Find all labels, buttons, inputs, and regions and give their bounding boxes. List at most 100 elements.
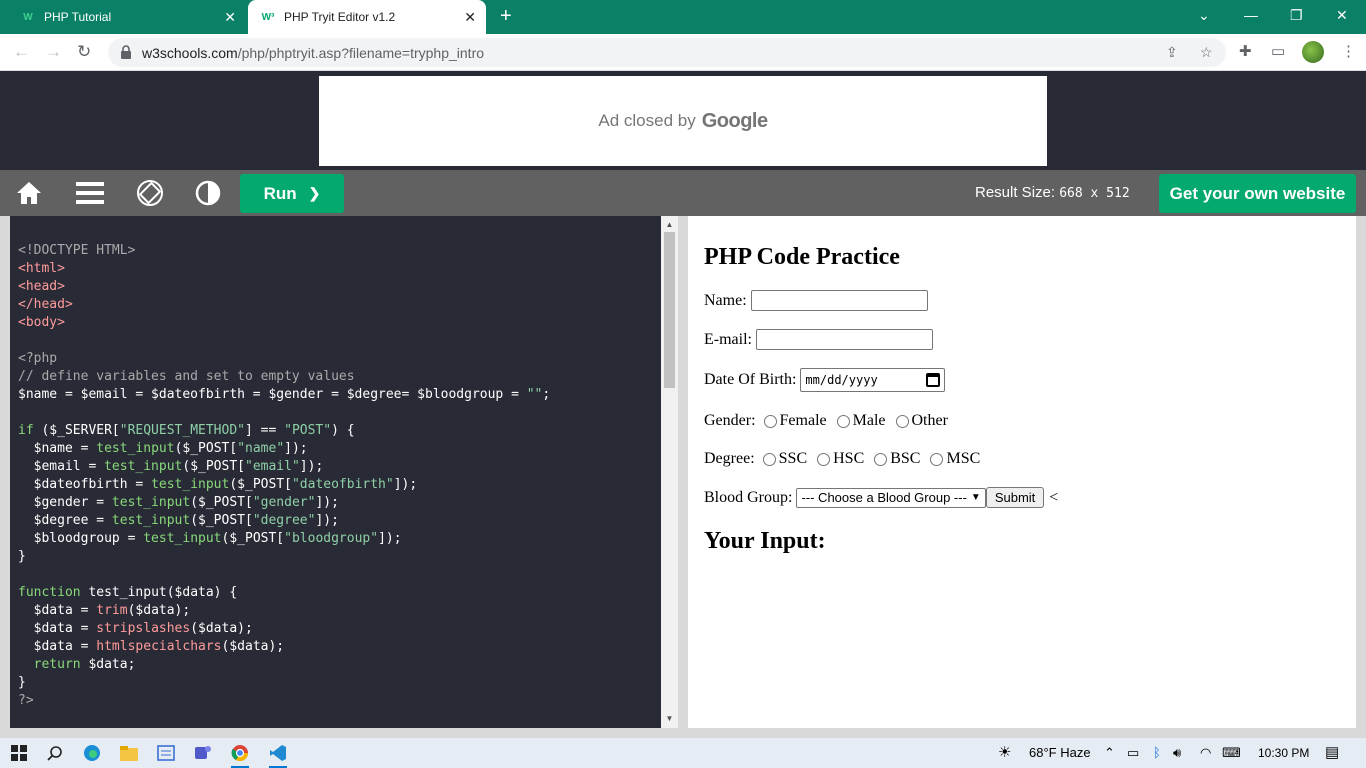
lock-icon <box>121 45 131 59</box>
dob-placeholder: mm/dd/yyyy <box>805 373 878 387</box>
code-token: test_input <box>111 495 191 510</box>
radio-label-male: Male <box>852 412 886 429</box>
wifi-icon[interactable]: ◠ <box>1200 745 1211 761</box>
code-token: "degree" <box>252 513 316 528</box>
notification-icon[interactable]: ▤ <box>1325 743 1339 761</box>
minimize-icon[interactable]: — <box>1244 6 1258 24</box>
run-button[interactable]: Run ❯ <box>240 174 344 213</box>
code-token: $dateofbirth = <box>18 477 152 492</box>
tab-close-icon[interactable]: ✕ <box>224 9 236 25</box>
code-token: <html> <box>18 261 65 276</box>
name-field[interactable] <box>750 290 928 311</box>
scroll-thumb[interactable] <box>664 232 675 388</box>
code-token: "email" <box>245 459 300 474</box>
code-token: <?php <box>18 351 58 366</box>
url-host: w3schools.com <box>142 45 238 61</box>
address-bar[interactable]: w3schools.com/php/phptryit.asp?filename=… <box>108 38 1226 67</box>
code-editor[interactable]: <!DOCTYPE HTML> <html> <head> </head> <body>… <box>10 216 661 728</box>
scroll-down-arrow-icon[interactable]: ▼ <box>661 712 678 726</box>
profile-avatar[interactable] <box>1302 41 1324 63</box>
code-line: return $data; <box>18 656 661 674</box>
run-button-label: Run <box>263 183 297 203</box>
code-line: $degree = test_input($_POST["degree"]); <box>18 512 661 530</box>
bluetooth-icon[interactable]: ᛒ <box>1153 745 1161 760</box>
chrome-icon[interactable] <box>229 743 251 768</box>
code-token: test_input <box>111 513 191 528</box>
menu-hamburger-icon[interactable] <box>74 179 106 207</box>
restore-icon[interactable]: ❐ <box>1290 6 1303 24</box>
radio-female[interactable] <box>763 414 777 428</box>
tab-php-tutorial[interactable]: W PHP Tutorial ✕ <box>0 0 246 34</box>
windows-start-icon[interactable] <box>8 743 30 763</box>
keyboard-icon[interactable]: ⌨ <box>1222 745 1241 761</box>
weather-haze-icon[interactable]: ☀ <box>998 743 1011 761</box>
code-token: <!DOCTYPE HTML> <box>18 243 136 258</box>
cast-icon[interactable]: ▭ <box>1271 43 1285 61</box>
new-tab-icon[interactable]: + <box>500 5 512 27</box>
code-line: } <box>18 674 661 692</box>
forward-arrow-icon[interactable]: → <box>45 42 62 62</box>
tab-search-chevron-icon[interactable]: ⌄ <box>1198 6 1210 24</box>
code-token: function <box>18 585 81 600</box>
name-label: Name: <box>704 291 747 309</box>
radio-male[interactable] <box>836 414 850 428</box>
vscode-icon[interactable] <box>267 743 289 768</box>
result-size-value: 668 x 512 <box>1059 186 1130 201</box>
your-input-heading: Your Input: <box>704 528 826 554</box>
browser-toolbar: ← → ↻ w3schools.com/php/phptryit.asp?fil… <box>0 34 1366 71</box>
window-close-icon[interactable]: ✕ <box>1336 6 1348 24</box>
home-icon[interactable] <box>13 179 45 207</box>
code-token: $data = <box>18 639 97 654</box>
blood-group-select[interactable]: --- Choose a Blood Group --- ▼ <box>796 487 986 508</box>
submit-button[interactable]: Submit <box>985 487 1045 508</box>
code-token: ($_POST[ <box>229 477 292 492</box>
code-line: function test_input($data) { <box>18 584 661 602</box>
blood-group-row: Blood Group: --- Choose a Blood Group --… <box>704 487 1058 508</box>
submit-label: Submit <box>994 490 1036 505</box>
extensions-puzzle-icon[interactable]: ✚ <box>1239 43 1252 61</box>
share-icon[interactable]: ⇪ <box>1166 44 1178 61</box>
calendar-icon[interactable] <box>926 373 941 387</box>
reload-icon[interactable]: ↻ <box>77 42 91 62</box>
code-scrollbar[interactable]: ▲ ▼ <box>661 216 678 728</box>
code-line: } <box>18 548 661 566</box>
teams-icon[interactable] <box>192 743 214 763</box>
code-token: test_input <box>151 477 230 492</box>
radio-label-msc: MSC <box>946 450 981 467</box>
battery-icon[interactable]: ▭ <box>1127 745 1139 761</box>
code-token: ($_POST[ <box>182 459 245 474</box>
email-field[interactable] <box>755 329 933 350</box>
radio-bsc[interactable] <box>874 452 888 466</box>
back-arrow-icon[interactable]: ← <box>13 42 30 62</box>
search-icon[interactable] <box>44 743 66 763</box>
code-line: <head> <box>18 278 661 296</box>
kebab-menu-icon[interactable]: ⋮ <box>1341 43 1356 61</box>
notes-app-icon[interactable] <box>155 743 177 763</box>
radio-hsc[interactable] <box>817 452 831 466</box>
code-token: return <box>33 657 81 672</box>
weather-text[interactable]: 68°F Haze <box>1029 745 1091 760</box>
tray-chevron-up-icon[interactable]: ⌃ <box>1104 745 1115 761</box>
scroll-up-arrow-icon[interactable]: ▲ <box>661 218 678 232</box>
clock-time[interactable]: 10:30 PM <box>1258 746 1309 760</box>
code-token: $data = <box>18 621 97 636</box>
tab-php-tryit-editor[interactable]: W³ PHP Tryit Editor v1.2 ✕ <box>248 0 486 34</box>
radio-ssc[interactable] <box>762 452 776 466</box>
code-line: ?> <box>18 692 661 710</box>
edge-browser-icon[interactable] <box>81 743 103 763</box>
code-token: ?> <box>18 693 34 708</box>
radio-other[interactable] <box>895 414 909 428</box>
tab-close-icon[interactable]: ✕ <box>464 9 476 25</box>
rotate-orientation-icon[interactable] <box>134 179 166 207</box>
radio-msc[interactable] <box>930 452 944 466</box>
dob-date-field[interactable]: mm/dd/yyyy <box>800 368 946 392</box>
volume-icon[interactable]: 🔊︎ <box>1173 745 1181 761</box>
code-token: test_input <box>96 441 175 456</box>
code-line: $name = test_input($_POST["name"]); <box>18 440 661 458</box>
file-explorer-icon[interactable] <box>118 743 140 763</box>
theme-contrast-icon[interactable] <box>192 179 224 207</box>
bookmark-star-icon[interactable]: ☆ <box>1200 44 1213 61</box>
get-your-own-website-button[interactable]: Get your own website <box>1159 174 1356 213</box>
